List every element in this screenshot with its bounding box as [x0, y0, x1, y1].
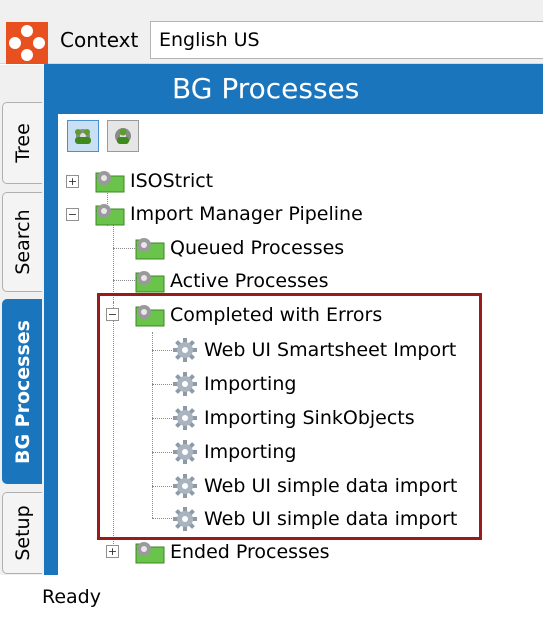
vertical-tab-strip: Tree Search BG Processes Setup — [0, 65, 44, 575]
tree-node-label: Ended Processes — [170, 541, 330, 563]
tree-node-label: Import Manager Pipeline — [130, 203, 363, 225]
panel-left-border — [44, 64, 58, 575]
tree-node-import-manager-pipeline[interactable]: Import Manager Pipeline — [92, 198, 363, 230]
users-gear-icon — [75, 129, 91, 144]
tree-node-label: ISOStrict — [130, 170, 214, 192]
context-bar: Context English US — [0, 0, 543, 64]
tree-node-label: Queued Processes — [170, 237, 345, 259]
tab-bg-processes-label: BG Processes — [11, 319, 34, 464]
tab-search-label: Search — [11, 209, 34, 275]
status-text: Ready — [42, 586, 101, 608]
user-gear-icon — [115, 128, 131, 144]
tab-search[interactable]: Search — [2, 192, 42, 292]
tree-node-isostrict[interactable]: ISOStrict — [92, 165, 213, 197]
expand-isostrict[interactable]: + — [66, 175, 79, 188]
folder-gear-icon — [132, 539, 166, 565]
folder-gear-icon — [132, 268, 166, 294]
app-logo-icon — [6, 22, 48, 64]
tree-node-ended-processes[interactable]: Ended Processes — [132, 536, 330, 568]
folder-gear-icon — [132, 235, 166, 261]
highlight-box — [97, 293, 482, 540]
panel-title: BG Processes — [172, 72, 360, 105]
panel-header: BG Processes — [44, 64, 543, 114]
folder-gear-icon — [92, 168, 126, 194]
folder-gear-icon — [92, 201, 126, 227]
collapse-import-manager-pipeline[interactable]: − — [66, 208, 79, 221]
tab-setup[interactable]: Setup — [2, 492, 42, 574]
context-select[interactable]: English US — [150, 21, 543, 59]
tab-setup-label: Setup — [11, 505, 34, 561]
tab-tree[interactable]: Tree — [2, 102, 42, 184]
tab-tree-label: Tree — [11, 123, 34, 163]
show-all-users-button[interactable] — [67, 120, 99, 152]
tree-node-queued-processes[interactable]: Queued Processes — [132, 232, 344, 264]
tree-node-label: Active Processes — [170, 270, 329, 292]
show-my-processes-button[interactable] — [107, 120, 139, 152]
tab-bg-processes[interactable]: BG Processes — [2, 299, 42, 484]
expand-ended-processes[interactable]: + — [106, 545, 119, 558]
context-label: Context — [60, 28, 139, 52]
status-bar: Ready — [0, 575, 543, 618]
tree-toolbar — [58, 114, 543, 162]
